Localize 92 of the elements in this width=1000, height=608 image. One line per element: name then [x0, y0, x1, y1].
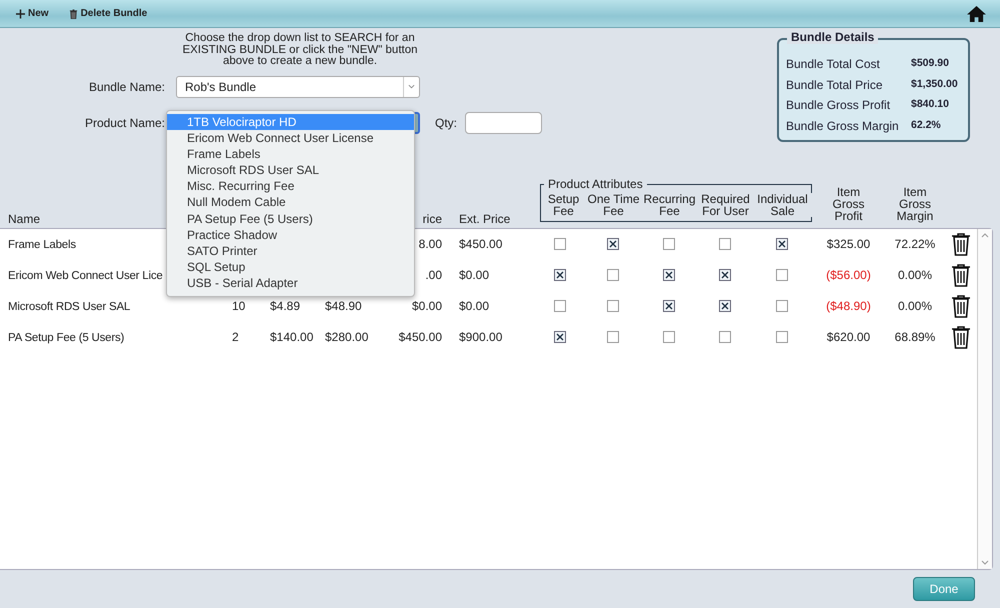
scrollbar[interactable]: [977, 229, 992, 569]
qty-field[interactable]: [465, 112, 542, 134]
checkbox[interactable]: [776, 300, 788, 312]
table-cell: $48.90: [325, 298, 362, 312]
checkbox[interactable]: [662, 269, 674, 282]
dropdown-option[interactable]: Null Modem Cable: [167, 194, 414, 211]
checkbox[interactable]: [776, 331, 788, 344]
dropdown-option[interactable]: Microsoft RDS User SAL: [167, 162, 414, 178]
trash-icon[interactable]: [951, 294, 971, 318]
checkbox[interactable]: [776, 238, 788, 250]
checkbox[interactable]: [718, 331, 730, 344]
table-cell: .00: [425, 268, 442, 282]
field-label: Bundle Name:: [88, 80, 165, 94]
field-label: Qty:: [435, 116, 458, 130]
detail-value: 62.2%: [911, 118, 941, 132]
column-header: Recurring Fee: [641, 193, 698, 217]
group-title: Product Attributes: [544, 177, 647, 191]
dropdown-option[interactable]: Ericom Web Connect User License: [167, 130, 414, 146]
column-header: Item Gross Margin: [896, 186, 934, 225]
table-cell: ($56.00): [826, 268, 871, 282]
checkbox[interactable]: [776, 269, 788, 282]
table-cell: $140.00: [270, 330, 314, 344]
column-header: rice: [422, 212, 443, 228]
checkbox[interactable]: [606, 269, 618, 282]
dropdown-option[interactable]: Misc. Recurring Fee: [167, 178, 414, 194]
table-cell: 0.00%: [898, 268, 932, 282]
table-cell: $450.00: [398, 330, 442, 344]
checkbox[interactable]: [718, 238, 730, 250]
checkbox[interactable]: [554, 238, 566, 250]
dropdown-option[interactable]: Frame Labels: [167, 146, 414, 162]
checkbox[interactable]: [554, 269, 566, 282]
table-cell-text: $450.00: [458, 236, 504, 250]
checkbox[interactable]: [662, 331, 674, 344]
detail-value: $509.90: [911, 57, 949, 71]
dropdown-option[interactable]: USB - Serial Adapter: [167, 275, 414, 292]
checkbox[interactable]: [662, 300, 674, 312]
instructions-text: Choose the drop down list to SEARCH for an EXISTING BUNDLE or click the "NEW" button above to create a new bundle.: [181, 33, 419, 68]
column-header: Ext. Price: [458, 212, 512, 228]
delete-bundle-button[interactable]: Delete Bundle: [68, 8, 148, 19]
table-cell: $280.00: [325, 330, 368, 344]
detail-value: $840.10: [911, 98, 949, 112]
checkbox[interactable]: [606, 300, 618, 312]
checkbox[interactable]: [718, 269, 730, 282]
new-button[interactable]: New: [16, 8, 49, 19]
table-cell: ($48.90): [826, 298, 871, 312]
scroll-up-icon[interactable]: [981, 233, 989, 238]
trash-icon[interactable]: [951, 262, 971, 286]
field-label: Product Name:: [84, 116, 165, 130]
table-cell: 72.22%: [894, 236, 936, 250]
bundle-name-select[interactable]: Rob's Bundle: [176, 76, 420, 98]
table-cell: PA Setup Fee (5 Users): [8, 332, 124, 344]
table-cell: 0.00%: [898, 298, 932, 312]
dropdown-option[interactable]: SQL Setup: [167, 259, 414, 276]
table-cell: Microsoft RDS User SAL: [8, 300, 130, 312]
table-cell-text: $900.00: [458, 330, 504, 344]
detail-value: $1,350.00: [911, 78, 958, 92]
table-cell: Frame Labels: [8, 238, 76, 250]
table-cell: 2: [232, 330, 239, 344]
table-cell: $0.00: [412, 298, 442, 312]
chevron-icon: [408, 84, 415, 89]
column-header: Item Gross Profit: [831, 186, 866, 225]
dropdown-option[interactable]: Practice Shadow: [167, 226, 414, 243]
checkbox[interactable]: [554, 300, 566, 312]
scroll-down-icon[interactable]: [981, 560, 989, 565]
table-cell: $325.00: [826, 236, 870, 250]
checkbox[interactable]: [554, 331, 566, 344]
detail-label: Bundle Total Cost: [786, 57, 881, 73]
column-header: One Time Fee: [586, 193, 641, 217]
table-cell: $620.00: [826, 330, 870, 344]
detail-label: Bundle Gross Margin: [786, 118, 900, 134]
table-cell: 10: [232, 298, 246, 312]
home-icon[interactable]: [967, 5, 986, 22]
table-cell-text: $0.00: [458, 298, 490, 312]
table-cell: 8.00: [418, 236, 442, 250]
dropdown-option[interactable]: PA Setup Fee (5 Users): [167, 210, 414, 227]
panel-title: Bundle Details: [787, 30, 878, 44]
detail-label: Bundle Total Price: [786, 78, 884, 94]
checkbox[interactable]: [718, 300, 730, 312]
table-cell: 68.89%: [894, 330, 936, 344]
checkbox[interactable]: [606, 331, 618, 344]
dropdown-option[interactable]: SATO Printer: [167, 243, 414, 260]
trash-icon: [68, 8, 78, 18]
column-header: Name: [8, 212, 40, 226]
table-cell: $4.89: [270, 298, 300, 312]
table-cell-text: $0.00: [458, 268, 490, 282]
trash-icon[interactable]: [951, 232, 971, 256]
detail-label: Bundle Gross Profit: [786, 98, 892, 114]
checkbox[interactable]: [662, 238, 674, 250]
plus-icon: [16, 8, 25, 18]
table-cell: Ericom Web Connect User Lice: [8, 270, 163, 282]
checkbox[interactable]: [606, 238, 618, 250]
trash-icon[interactable]: [951, 324, 971, 348]
